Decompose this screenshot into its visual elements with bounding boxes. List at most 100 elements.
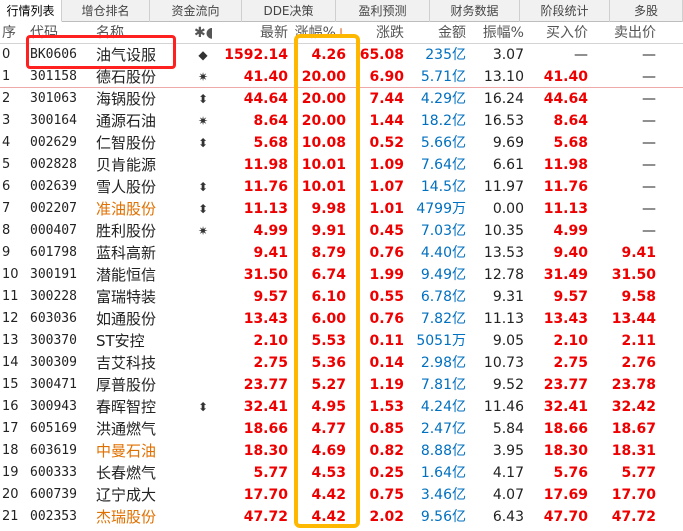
row-amount: 5051万	[404, 330, 466, 352]
row-last-price: 9.41	[253, 245, 288, 261]
row-name: 辽宁成大	[96, 486, 157, 504]
column-header-code[interactable]: 代码	[30, 22, 94, 44]
tab-5[interactable]: 财务数据	[430, 0, 520, 22]
table-row[interactable]: 14 300309 吉艾科技 2.75 5.36 0.14 2.98亿 10.73 2.75 2.…	[0, 352, 683, 374]
row-last-price: 41.40	[243, 69, 288, 85]
row-ask-price: 2.11	[621, 333, 656, 349]
table-row[interactable]: 4 002629 仁智股份 ⬍ 5.68 10.08 0.52 5.66亿 9.69 5.68—	[0, 132, 683, 154]
table-row[interactable]: 15 300471 厚普股份 23.77 5.27 1.19 7.81亿 9.52 23.77 2…	[0, 374, 683, 396]
row-bid-price: 18.66	[543, 421, 588, 437]
row-seq: 13	[2, 333, 19, 348]
row-bid-price: 11.76	[543, 179, 588, 195]
column-header-seq[interactable]: 序	[2, 22, 24, 44]
column-header-last[interactable]: 最新	[214, 22, 288, 44]
column-header-chg[interactable]: 涨跌	[350, 22, 404, 44]
table-row[interactable]: 1 301158 德石股份 ✷ 41.40 20.00 6.90 5.71亿 13.10 41.4…	[0, 66, 683, 88]
tab-3[interactable]: DDE决策	[242, 0, 336, 22]
row-amplitude: 9.52	[492, 377, 524, 393]
row-amount: 8.88亿	[404, 440, 466, 462]
table-row[interactable]: 0 BK0606 油气设服 ◆ 1592.14 4.26 65.08 235亿 3.07— —	[0, 44, 683, 66]
row-amount: 7.81亿	[404, 374, 466, 396]
row-code: 002828	[30, 157, 77, 172]
row-name: 中曼石油	[96, 442, 157, 460]
table-row[interactable]: 18 603619 中曼石油 18.30 4.69 0.82 8.88亿 3.95 18.30 1…	[0, 440, 683, 462]
row-last-price: 9.57	[253, 289, 288, 305]
row-amplitude: 6.43	[492, 509, 524, 525]
row-amount: 14.5亿	[404, 176, 466, 198]
row-name: 潜能恒信	[96, 266, 157, 284]
row-mark-icon: ◆	[198, 48, 208, 62]
row-name: 洪通燃气	[96, 420, 157, 438]
row-bid-price: 23.77	[543, 377, 588, 393]
table-row[interactable]: 13 300370 ST安控 2.10 5.53 0.11 5051万 9.05 2.10 2.1…	[0, 330, 683, 352]
row-amount-value: 5.66	[420, 135, 452, 151]
row-amplitude: 13.10	[483, 69, 524, 85]
row-seq: 7	[2, 201, 11, 216]
column-header-amp[interactable]: 振幅%	[468, 22, 524, 44]
table-row[interactable]: 20 600739 辽宁成大 17.70 4.42 0.75 3.46亿 4.07 17.69 1…	[0, 484, 683, 506]
table-row[interactable]: 3 300164 通源石油 ✷ 8.64 20.00 1.44 18.2亿 16.53 8.64—	[0, 110, 683, 132]
column-header-name[interactable]: 名称	[96, 22, 188, 44]
row-seq: 5	[2, 157, 11, 172]
table-row[interactable]: 9 601798 蓝科高新 9.41 8.79 0.76 4.40亿 13.53 9.40 9.4…	[0, 242, 683, 264]
row-amount-value: 6.78	[420, 289, 452, 305]
table-row[interactable]: 10 300191 潜能恒信 31.50 6.74 1.99 9.49亿 12.78 31.49…	[0, 264, 683, 286]
tab-7[interactable]: 多股	[610, 0, 683, 22]
tab-4[interactable]: 盈利预测	[336, 0, 430, 22]
column-header-mark[interactable]: ✱●	[194, 22, 212, 44]
column-header-pct[interactable]: 涨幅%↓	[292, 22, 346, 44]
row-amount-value: 235	[425, 47, 452, 63]
table-row[interactable]: 7 002207 准油股份 ⬍ 11.13 9.98 1.01 4799万 0.00 11.13—	[0, 198, 683, 220]
row-amplitude: 9.05	[492, 333, 524, 349]
row-ask-price: —	[642, 157, 656, 173]
row-change: 1.99	[369, 267, 404, 283]
row-name: 蓝科高新	[96, 244, 157, 262]
row-bid-price: 17.69	[543, 487, 588, 503]
table-row[interactable]: 16 300943 春晖智控 ⬍ 32.41 4.95 1.53 4.24亿 11.46 32.4…	[0, 396, 683, 418]
table-row[interactable]: 17 605169 洪通燃气 18.66 4.77 0.85 2.47亿 5.84 18.66 1…	[0, 418, 683, 440]
row-amount-value: 2.98	[420, 355, 452, 371]
row-bid-price: —	[574, 47, 588, 63]
row-amount-unit: 亿	[452, 113, 466, 129]
row-code: 002639	[30, 179, 77, 194]
tab-1[interactable]: 增仓排名	[62, 0, 150, 22]
table-row[interactable]: 8 000407 胜利股份 ✷ 4.99 9.91 0.45 7.03亿 10.35 4.99—	[0, 220, 683, 242]
row-bid-price: 44.64	[543, 91, 588, 107]
row-name: 富瑞特装	[96, 288, 157, 306]
row-mark-icon	[194, 462, 212, 484]
row-amount-value: 5051	[416, 333, 452, 349]
tab-2[interactable]: 资金流向	[150, 0, 242, 22]
tab-6[interactable]: 阶段统计	[520, 0, 610, 22]
table-row[interactable]: 21 002353 杰瑞股份 47.72 4.42 2.02 9.56亿 6.43 47.70 4…	[0, 506, 683, 528]
column-header-amt[interactable]: 金额	[404, 22, 466, 44]
table-row[interactable]: 19 600333 长春燃气 5.77 4.53 0.25 1.64亿 4.17 5.76 5.7…	[0, 462, 683, 484]
table-row[interactable]: 12 603036 如通股份 13.43 6.00 0.76 7.82亿 11.13 13.43…	[0, 308, 683, 330]
row-change-pct: 6.74	[311, 267, 346, 283]
row-ask-price: 5.77	[621, 465, 656, 481]
row-amount: 7.82亿	[404, 308, 466, 330]
row-amount-unit: 亿	[452, 509, 466, 525]
row-bid-price: 2.75	[553, 355, 588, 371]
row-seq: 11	[2, 289, 19, 304]
row-amount-value: 8.88	[420, 443, 452, 459]
table-row[interactable]: 2 301063 海锅股份 ⬍ 44.64 20.00 7.44 4.29亿 16.24 44.6…	[0, 88, 683, 110]
sort-desc-icon: ↓	[335, 26, 346, 40]
row-change: 0.14	[369, 355, 404, 371]
row-change: 6.90	[369, 69, 404, 85]
table-row[interactable]: 6 002639 雪人股份 ⬍ 11.76 10.01 1.07 14.5亿 11.97 11.7…	[0, 176, 683, 198]
row-code: 002353	[30, 509, 77, 524]
tab-0[interactable]: 行情列表	[0, 0, 62, 22]
column-header-buy[interactable]: 买入价	[530, 22, 588, 44]
row-ask-price: 2.76	[621, 355, 656, 371]
row-code: 301158	[30, 69, 77, 84]
row-last-price: 47.72	[243, 509, 288, 525]
column-header-sell[interactable]: 卖出价	[596, 22, 656, 44]
row-change: 1.19	[369, 377, 404, 393]
row-name: 厚普股份	[96, 376, 157, 394]
table-row[interactable]: 5 002828 贝肯能源 11.98 10.01 1.09 7.64亿 6.61 11.98—	[0, 154, 683, 176]
row-amplitude: 13.53	[483, 245, 524, 261]
row-amount-value: 2.47	[420, 421, 452, 437]
row-last-price: 2.10	[253, 333, 288, 349]
row-bid-price: 9.40	[553, 245, 588, 261]
table-row[interactable]: 11 300228 富瑞特装 9.57 6.10 0.55 6.78亿 9.31 9.57 9.5…	[0, 286, 683, 308]
